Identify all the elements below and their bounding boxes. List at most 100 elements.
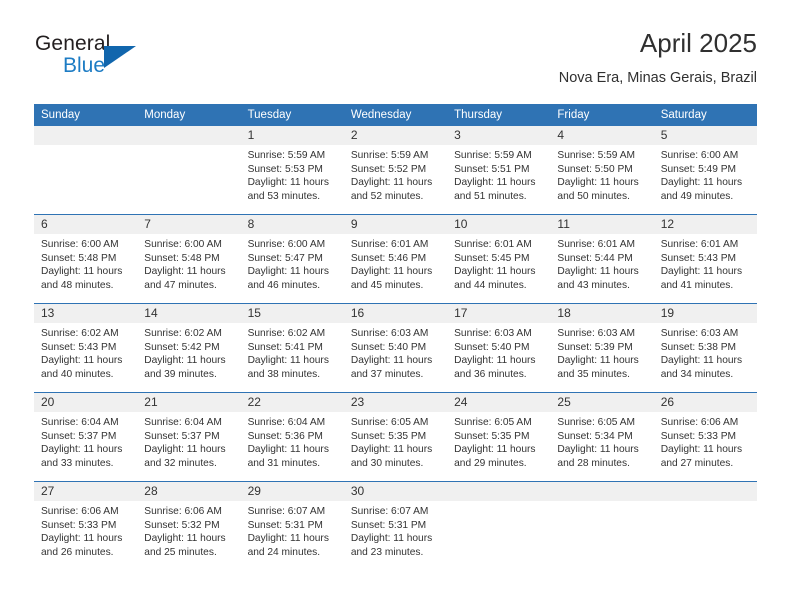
day-cell[interactable]: 19 Sunrise: 6:03 AM Sunset: 5:38 PM Dayl… <box>653 303 757 393</box>
sunrise-text: Sunrise: 5:59 AM <box>454 150 532 161</box>
sunset-text: Sunset: 5:40 PM <box>454 341 530 353</box>
sunrise-text: Sunrise: 6:01 AM <box>454 239 532 250</box>
day-number: 5 <box>653 126 757 145</box>
day-details <box>654 501 757 505</box>
sunrise-text: Sunrise: 6:00 AM <box>144 239 222 250</box>
weekday-header-wednesday: Wednesday <box>343 104 448 126</box>
day-cell[interactable]: 2 Sunrise: 5:59 AM Sunset: 5:52 PM Dayli… <box>343 126 448 215</box>
day-number: 21 <box>137 393 241 412</box>
sunset-text: Sunset: 5:38 PM <box>660 341 737 353</box>
day-cell[interactable]: 5 Sunrise: 6:00 AM Sunset: 5:49 PM Dayli… <box>653 126 757 215</box>
title-block: April 2025 Nova Era, Minas Gerais, Brazi… <box>559 28 757 88</box>
day-number: 24 <box>447 393 551 412</box>
day-cell[interactable] <box>34 126 138 215</box>
day-details: Sunrise: 5:59 AM Sunset: 5:50 PM Dayligh… <box>550 145 653 203</box>
sunset-text: Sunset: 5:31 PM <box>247 519 323 531</box>
daylight-text-line2: and 34 minutes. <box>660 368 734 380</box>
sunset-text: Sunset: 5:43 PM <box>660 252 737 264</box>
daylight-text-line2: and 43 minutes. <box>557 279 630 291</box>
day-details: Sunrise: 6:00 AM Sunset: 5:49 PM Dayligh… <box>654 145 757 203</box>
calendar-page: General Blue April 2025 Nova Era, Minas … <box>0 0 792 612</box>
day-cell[interactable] <box>137 126 241 215</box>
day-cell[interactable]: 22 Sunrise: 6:04 AM Sunset: 5:36 PM Dayl… <box>240 392 344 482</box>
daylight-text-line1: Daylight: 11 hours <box>454 266 536 278</box>
day-number: 9 <box>343 215 448 234</box>
day-cell[interactable]: 8 Sunrise: 6:00 AM Sunset: 5:47 PM Dayli… <box>240 214 344 304</box>
daylight-text-line1: Daylight: 11 hours <box>660 355 743 367</box>
daylight-text-line1: Daylight: 11 hours <box>350 177 433 189</box>
day-cell[interactable]: 27 Sunrise: 6:06 AM Sunset: 5:33 PM Dayl… <box>34 481 138 570</box>
day-details: Sunrise: 5:59 AM Sunset: 5:53 PM Dayligh… <box>241 145 344 203</box>
day-cell[interactable]: 6 Sunrise: 6:00 AM Sunset: 5:48 PM Dayli… <box>34 214 138 304</box>
sunset-text: Sunset: 5:42 PM <box>144 341 220 353</box>
daylight-text-line2: and 26 minutes. <box>41 546 114 558</box>
day-cell[interactable]: 11 Sunrise: 6:01 AM Sunset: 5:44 PM Dayl… <box>550 214 654 304</box>
day-details: Sunrise: 6:04 AM Sunset: 5:36 PM Dayligh… <box>241 412 344 470</box>
page-header: General Blue April 2025 Nova Era, Minas … <box>35 28 757 90</box>
day-cell[interactable]: 25 Sunrise: 6:05 AM Sunset: 5:34 PM Dayl… <box>550 392 654 482</box>
daylight-text-line2: and 40 minutes. <box>41 368 114 380</box>
sunset-text: Sunset: 5:36 PM <box>247 430 323 442</box>
day-number <box>34 126 138 145</box>
day-number <box>550 482 654 501</box>
day-details: Sunrise: 6:04 AM Sunset: 5:37 PM Dayligh… <box>34 412 137 470</box>
sunrise-text: Sunrise: 6:04 AM <box>144 417 222 428</box>
day-cell[interactable] <box>653 481 757 570</box>
sunset-text: Sunset: 5:43 PM <box>41 341 117 353</box>
day-cell[interactable]: 10 Sunrise: 6:01 AM Sunset: 5:45 PM Dayl… <box>447 214 551 304</box>
day-cell[interactable]: 3 Sunrise: 5:59 AM Sunset: 5:51 PM Dayli… <box>447 126 551 215</box>
day-cell[interactable]: 13 Sunrise: 6:02 AM Sunset: 5:43 PM Dayl… <box>34 303 138 393</box>
day-cell[interactable] <box>447 481 551 570</box>
day-cell[interactable]: 14 Sunrise: 6:02 AM Sunset: 5:42 PM Dayl… <box>137 303 241 393</box>
daylight-text-line1: Daylight: 11 hours <box>557 355 639 367</box>
daylight-text-line2: and 24 minutes. <box>247 546 321 558</box>
day-cell[interactable] <box>550 481 654 570</box>
day-cell[interactable]: 24 Sunrise: 6:05 AM Sunset: 5:35 PM Dayl… <box>447 392 551 482</box>
day-cell[interactable]: 20 Sunrise: 6:04 AM Sunset: 5:37 PM Dayl… <box>34 392 138 482</box>
sunset-text: Sunset: 5:37 PM <box>41 430 117 442</box>
day-cell[interactable]: 18 Sunrise: 6:03 AM Sunset: 5:39 PM Dayl… <box>550 303 654 393</box>
sunset-text: Sunset: 5:45 PM <box>454 252 530 264</box>
day-cell[interactable]: 12 Sunrise: 6:01 AM Sunset: 5:43 PM Dayl… <box>653 214 757 304</box>
day-details <box>550 501 653 505</box>
daylight-text-line2: and 38 minutes. <box>247 368 321 380</box>
day-cell[interactable]: 30 Sunrise: 6:07 AM Sunset: 5:31 PM Dayl… <box>343 481 448 570</box>
day-number: 29 <box>240 482 344 501</box>
day-cell[interactable]: 9 Sunrise: 6:01 AM Sunset: 5:46 PM Dayli… <box>343 214 448 304</box>
daylight-text-line1: Daylight: 11 hours <box>660 266 743 278</box>
daylight-text-line1: Daylight: 11 hours <box>454 355 536 367</box>
day-number: 8 <box>240 215 344 234</box>
weekday-header-row: Sunday Monday Tuesday Wednesday Thursday… <box>34 104 757 126</box>
daylight-text-line1: Daylight: 11 hours <box>350 266 433 278</box>
day-cell[interactable]: 16 Sunrise: 6:03 AM Sunset: 5:40 PM Dayl… <box>343 303 448 393</box>
sunset-text: Sunset: 5:48 PM <box>144 252 220 264</box>
day-cell[interactable]: 1 Sunrise: 5:59 AM Sunset: 5:53 PM Dayli… <box>240 126 344 215</box>
sunrise-text: Sunrise: 6:02 AM <box>41 328 119 339</box>
day-details: Sunrise: 6:02 AM Sunset: 5:42 PM Dayligh… <box>137 323 240 381</box>
daylight-text-line2: and 49 minutes. <box>660 190 734 202</box>
week-row: 6 Sunrise: 6:00 AM Sunset: 5:48 PM Dayli… <box>34 214 757 304</box>
day-details: Sunrise: 6:01 AM Sunset: 5:46 PM Dayligh… <box>344 234 447 292</box>
day-cell[interactable]: 15 Sunrise: 6:02 AM Sunset: 5:41 PM Dayl… <box>240 303 344 393</box>
sunrise-text: Sunrise: 5:59 AM <box>557 150 635 161</box>
sunset-text: Sunset: 5:34 PM <box>557 430 633 442</box>
daylight-text-line1: Daylight: 11 hours <box>247 444 329 456</box>
calendar-body: 1 Sunrise: 5:59 AM Sunset: 5:53 PM Dayli… <box>34 126 757 570</box>
day-cell[interactable]: 26 Sunrise: 6:06 AM Sunset: 5:33 PM Dayl… <box>653 392 757 482</box>
sunset-text: Sunset: 5:33 PM <box>41 519 117 531</box>
daylight-text-line2: and 53 minutes. <box>247 190 321 202</box>
daylight-text-line2: and 51 minutes. <box>454 190 527 202</box>
daylight-text-line2: and 44 minutes. <box>454 279 527 291</box>
day-cell[interactable]: 29 Sunrise: 6:07 AM Sunset: 5:31 PM Dayl… <box>240 481 344 570</box>
day-details: Sunrise: 6:00 AM Sunset: 5:48 PM Dayligh… <box>137 234 240 292</box>
day-cell[interactable]: 7 Sunrise: 6:00 AM Sunset: 5:48 PM Dayli… <box>137 214 241 304</box>
day-details: Sunrise: 6:05 AM Sunset: 5:34 PM Dayligh… <box>550 412 653 470</box>
daylight-text-line2: and 30 minutes. <box>350 457 424 469</box>
day-cell[interactable]: 23 Sunrise: 6:05 AM Sunset: 5:35 PM Dayl… <box>343 392 448 482</box>
day-cell[interactable]: 21 Sunrise: 6:04 AM Sunset: 5:37 PM Dayl… <box>137 392 241 482</box>
day-cell[interactable]: 28 Sunrise: 6:06 AM Sunset: 5:32 PM Dayl… <box>137 481 241 570</box>
day-number <box>653 482 757 501</box>
day-cell[interactable]: 4 Sunrise: 5:59 AM Sunset: 5:50 PM Dayli… <box>550 126 654 215</box>
general-blue-logo[interactable]: General Blue <box>35 32 165 84</box>
day-cell[interactable]: 17 Sunrise: 6:03 AM Sunset: 5:40 PM Dayl… <box>447 303 551 393</box>
